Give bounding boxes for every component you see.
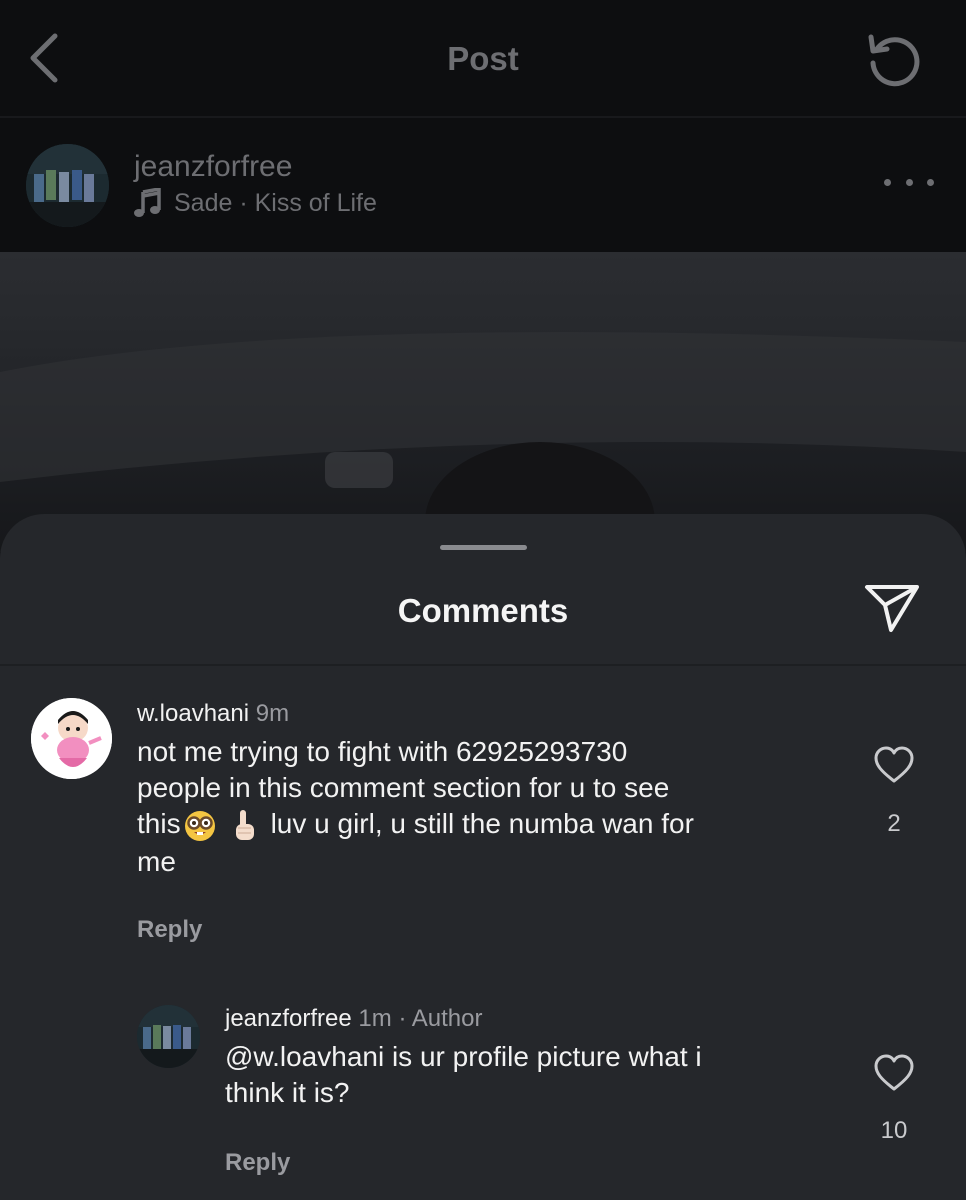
like-button[interactable] [871, 1052, 917, 1094]
more-dot [905, 178, 913, 186]
like-button[interactable] [871, 744, 917, 786]
send-icon [865, 585, 919, 632]
avatar-image [26, 144, 109, 227]
comment-text: not me trying to fight with 62925293730 … [137, 734, 817, 880]
comment-meta: w.loavhani 9m [137, 700, 289, 728]
like-count: 2 [887, 810, 901, 837]
more-options-button[interactable] [884, 172, 934, 192]
music-note-icon [134, 188, 161, 217]
comment-username[interactable]: w.loavhani [137, 700, 249, 727]
comment-time: 1m [358, 1005, 392, 1032]
refresh-button[interactable] [858, 24, 928, 94]
comment-username[interactable]: jeanzforfree [225, 1005, 352, 1032]
more-dot [927, 178, 934, 186]
comments-title: Comments [397, 592, 569, 629]
post-header: jeanzforfree Sade · Kiss of Life [0, 118, 966, 252]
avatar-image [31, 698, 112, 779]
post-media[interactable] [0, 252, 966, 552]
author-badge: · Author [398, 1005, 483, 1032]
avatar[interactable] [26, 144, 109, 227]
comment-line: me [137, 845, 176, 877]
post-username[interactable]: jeanzforfree [134, 150, 292, 184]
comment-line: think it is? [225, 1077, 350, 1108]
comment-text: @w.loavhani is ur profile picture what i… [225, 1039, 825, 1111]
avatar-image [137, 1005, 200, 1068]
reply-button[interactable]: Reply [137, 916, 202, 944]
music-label: Sade · Kiss of Life [174, 188, 377, 217]
comment-item: w.loavhani 9m not me trying to fight wit… [0, 694, 966, 943]
top-nav-bar: Post [0, 0, 966, 118]
nerd-face-emoji [184, 810, 215, 841]
reply-comment-item: jeanzforfree 1m · Author @w.loavhani is … [0, 999, 966, 1199]
comments-sheet: Comments w.loavhani 9m not me trying to … [0, 514, 966, 1200]
comment-line: @w.loavhani is ur profile picture what i [225, 1041, 702, 1072]
comment-time: 9m [255, 700, 290, 727]
share-button[interactable] [860, 576, 924, 640]
comment-line: people in this comment section for u to … [137, 772, 670, 803]
comment-line: not me trying to fight with 62925293730 [137, 736, 628, 767]
sheet-divider [0, 664, 966, 666]
comment-fragment: luv u girl, u still the numba wan for [270, 808, 694, 839]
sheet-grabber[interactable] [440, 545, 527, 550]
refresh-icon [868, 34, 920, 87]
comment-line: this luv u girl, u still the numba wan f… [137, 806, 817, 844]
post-music[interactable]: Sade · Kiss of Life [134, 188, 377, 218]
heart-icon [874, 1054, 914, 1091]
like-count: 10 [880, 1117, 908, 1144]
post-photo [0, 332, 966, 552]
comment-fragment: this [137, 808, 181, 839]
page-title: Post [447, 40, 519, 77]
reply-button[interactable]: Reply [225, 1149, 290, 1177]
index-pointing-up-emoji [235, 809, 254, 840]
heart-icon [874, 746, 914, 783]
more-horizontal-icon [884, 178, 891, 186]
avatar[interactable] [137, 1005, 200, 1068]
comment-meta: jeanzforfree 1m · Author [225, 1005, 482, 1033]
avatar[interactable] [31, 698, 112, 779]
